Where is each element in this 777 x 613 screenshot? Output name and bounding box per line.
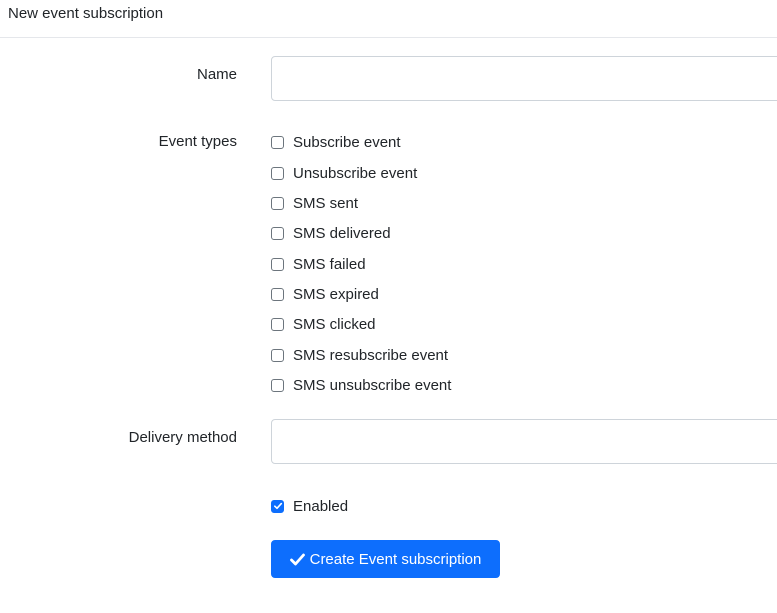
- enabled-checkbox[interactable]: [271, 499, 284, 513]
- checkbox[interactable]: [271, 166, 284, 180]
- submit-label: Create Event subscription: [309, 550, 482, 568]
- checkbox-label: SMS failed: [293, 255, 366, 273]
- delivery-method-input[interactable]: [271, 419, 777, 464]
- event-type-sms-failed[interactable]: SMS failed: [271, 254, 366, 274]
- event-type-sms-clicked[interactable]: SMS clicked: [271, 314, 376, 334]
- checkbox[interactable]: [271, 287, 284, 301]
- checkmark-icon: [273, 502, 282, 510]
- checkbox[interactable]: [271, 348, 284, 362]
- checkbox-label: SMS unsubscribe event: [293, 376, 452, 394]
- checkbox-label: SMS resubscribe event: [293, 346, 449, 364]
- event-type-sms-resubscribe[interactable]: SMS resubscribe event: [271, 345, 448, 365]
- checkbox[interactable]: [271, 196, 284, 210]
- enabled-toggle[interactable]: Enabled: [271, 496, 348, 516]
- checkbox-label: SMS clicked: [293, 315, 376, 333]
- checkbox[interactable]: [271, 135, 284, 149]
- checkbox[interactable]: [271, 378, 284, 392]
- page-title: New event subscription: [8, 5, 164, 22]
- event-type-sms-unsubscribe[interactable]: SMS unsubscribe event: [271, 375, 451, 395]
- event-type-sms-sent[interactable]: SMS sent: [271, 193, 358, 213]
- name-label: Name: [196, 66, 237, 83]
- checkbox[interactable]: [271, 257, 284, 271]
- delivery-method-label: Delivery method: [128, 429, 237, 446]
- check-icon: [289, 553, 305, 566]
- checkbox[interactable]: [271, 317, 284, 331]
- event-type-subscribe[interactable]: Subscribe event: [271, 132, 401, 152]
- page-header: New event subscription: [0, 0, 777, 38]
- event-type-unsubscribe[interactable]: Unsubscribe event: [271, 163, 417, 183]
- name-input[interactable]: [271, 56, 777, 101]
- enabled-label: Enabled: [293, 497, 349, 515]
- create-event-subscription-button[interactable]: Create Event subscription: [271, 540, 500, 578]
- checkbox-label: Subscribe event: [293, 133, 401, 151]
- event-types-label: Event types: [158, 133, 237, 150]
- checkbox[interactable]: [271, 226, 284, 240]
- checkbox-label: Unsubscribe event: [293, 164, 418, 182]
- event-type-sms-expired[interactable]: SMS expired: [271, 284, 379, 304]
- checkbox-label: SMS expired: [293, 285, 379, 303]
- event-type-sms-delivered[interactable]: SMS delivered: [271, 223, 391, 243]
- checkbox-label: SMS sent: [293, 194, 359, 212]
- checkbox-label: SMS delivered: [293, 224, 391, 242]
